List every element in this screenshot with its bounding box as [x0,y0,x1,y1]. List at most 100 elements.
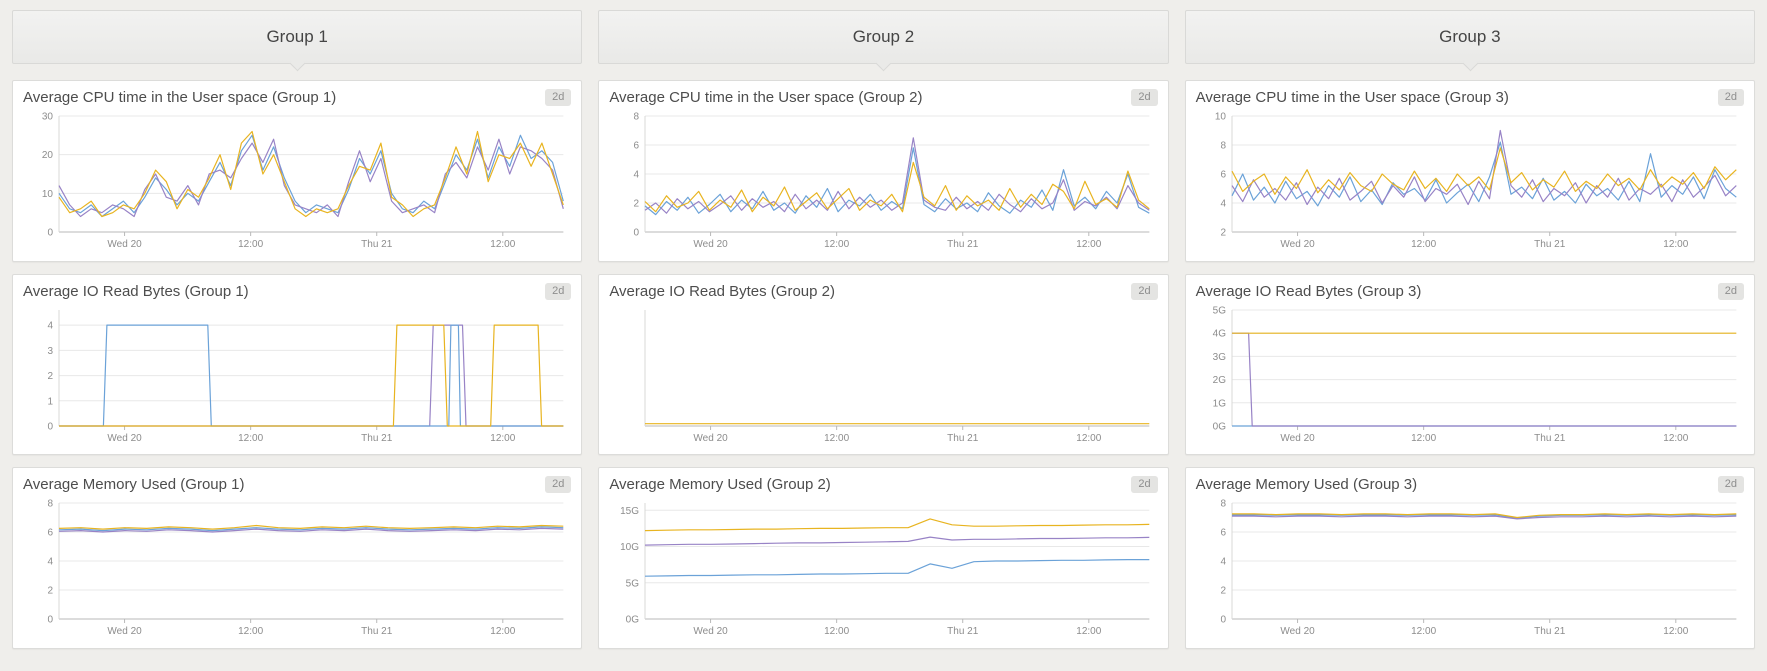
svg-text:0: 0 [1220,615,1226,626]
svg-text:Wed 20: Wed 20 [107,433,142,444]
panel-title: Average CPU time in the User space (Grou… [609,89,922,107]
svg-text:12:00: 12:00 [1663,239,1688,250]
svg-text:5G: 5G [626,579,640,590]
time-range-badge[interactable]: 2d [1718,476,1744,493]
svg-text:2: 2 [1220,586,1226,597]
panel-title: Average CPU time in the User space (Grou… [23,89,336,107]
panel-io-group2: Average IO Read Bytes (Group 2) 2d Wed 2… [598,274,1168,456]
svg-text:Thu 21: Thu 21 [947,239,979,250]
chart-io-group1[interactable]: 01234Wed 2012:00Thu 2112:00 [23,303,571,445]
group-label: Group 3 [1439,27,1500,47]
time-range-badge[interactable]: 2d [1131,89,1157,106]
svg-text:4G: 4G [1212,328,1226,339]
chart-memory-group1[interactable]: 02468Wed 2012:00Thu 2112:00 [23,496,571,638]
panel-cpu-group1: Average CPU time in the User space (Grou… [12,80,582,262]
panel-cpu-group3: Average CPU time in the User space (Grou… [1185,80,1755,262]
group-label: Group 2 [853,27,914,47]
time-range-badge[interactable]: 2d [545,89,571,106]
svg-text:12:00: 12:00 [1663,626,1688,637]
svg-text:12:00: 12:00 [238,626,263,637]
panel-title: Average IO Read Bytes (Group 2) [609,283,835,301]
chart-cpu-group1[interactable]: 0102030Wed 2012:00Thu 2112:00 [23,109,571,251]
svg-text:2: 2 [1220,228,1226,239]
svg-text:6: 6 [634,141,640,152]
svg-text:Wed 20: Wed 20 [694,239,729,250]
svg-text:0: 0 [47,228,53,239]
time-range-badge[interactable]: 2d [545,476,571,493]
svg-text:Wed 20: Wed 20 [1280,433,1315,444]
chart-io-group3[interactable]: 0G1G2G3G4G5GWed 2012:00Thu 2112:00 [1196,303,1744,445]
svg-text:12:00: 12:00 [490,626,515,637]
svg-text:1: 1 [47,396,53,407]
svg-text:Thu 21: Thu 21 [361,626,393,637]
svg-text:0: 0 [47,615,53,626]
svg-text:12:00: 12:00 [1411,626,1436,637]
svg-text:Thu 21: Thu 21 [947,433,979,444]
panel-title: Average IO Read Bytes (Group 1) [23,283,249,301]
svg-text:3: 3 [47,346,53,357]
svg-text:15G: 15G [620,506,639,517]
chart-memory-group3[interactable]: 0 2 4 6 8 Wed 20 12:00 Thu 21 12:00 [1196,496,1744,638]
svg-text:12:00: 12:00 [824,239,849,250]
svg-text:30: 30 [42,112,54,123]
time-range-badge[interactable]: 2d [545,283,571,300]
panel-memory-group3: Average Memory Used (Group 3) 2d 02468We… [1185,467,1755,649]
svg-text:12:00: 12:00 [824,626,849,637]
panel-io-group3: Average IO Read Bytes (Group 3) 2d 0G1G2… [1185,274,1755,456]
svg-text:0G: 0G [626,615,640,626]
time-range-badge[interactable]: 2d [1131,476,1157,493]
svg-text:4: 4 [1220,199,1226,210]
group-header-1[interactable]: Group 1 [12,10,582,64]
group-label: Group 1 [266,27,327,47]
svg-text:12:00: 12:00 [1411,239,1436,250]
panel-cpu-group2: Average CPU time in the User space (Grou… [598,80,1168,262]
time-range-badge[interactable]: 2d [1718,89,1744,106]
group-header-3[interactable]: Group 3 [1185,10,1755,64]
svg-text:6: 6 [1220,170,1226,181]
group-header-2[interactable]: Group 2 [598,10,1168,64]
svg-text:Thu 21: Thu 21 [361,433,393,444]
group-header-notch [1463,56,1479,72]
svg-text:12:00: 12:00 [1077,433,1102,444]
svg-text:12:00: 12:00 [490,239,515,250]
group-header-notch [876,56,892,72]
chart-memory-group2[interactable]: 0G5G10G15GWed 2012:00Thu 2112:00 [609,496,1157,638]
svg-text:0: 0 [634,228,640,239]
svg-text:4: 4 [47,320,53,331]
panel-memory-group2: Average Memory Used (Group 2) 2d 0G 5G 10G… [598,467,1168,649]
svg-text:6: 6 [1220,528,1226,539]
svg-text:Wed 20: Wed 20 [1280,626,1315,637]
svg-text:2: 2 [634,199,640,210]
svg-text:12:00: 12:00 [238,433,263,444]
svg-text:8: 8 [1220,499,1226,510]
svg-text:12:00: 12:00 [1663,433,1688,444]
svg-text:Thu 21: Thu 21 [1534,239,1566,250]
panel-io-group1: Average IO Read Bytes (Group 1) 2d 01234… [12,274,582,456]
chart-cpu-group2[interactable]: 02468Wed 2012:00Thu 2112:00 [609,109,1157,251]
svg-text:2: 2 [47,586,53,597]
svg-text:8: 8 [1220,141,1226,152]
svg-text:1G: 1G [1212,398,1226,409]
panel-title: Average IO Read Bytes (Group 3) [1196,283,1422,301]
svg-text:4: 4 [1220,557,1226,568]
svg-text:4: 4 [47,557,53,568]
svg-text:12:00: 12:00 [824,433,849,444]
svg-text:Thu 21: Thu 21 [1534,433,1566,444]
svg-text:4: 4 [634,170,640,181]
svg-text:8: 8 [634,112,640,123]
chart-io-group2[interactable]: Wed 20 12:00 Thu 21 12:00 [609,303,1157,445]
dashboard: Group 1 Average CPU time in the User spa… [0,0,1767,671]
svg-text:Thu 21: Thu 21 [1534,626,1566,637]
panel-title: Average Memory Used (Group 2) [609,476,830,494]
chart-cpu-group3[interactable]: 246810Wed 2012:00Thu 2112:00 [1196,109,1744,251]
group-column-1: Group 1 Average CPU time in the User spa… [12,10,582,661]
svg-text:20: 20 [42,150,54,161]
time-range-badge[interactable]: 2d [1718,283,1744,300]
svg-text:10G: 10G [620,542,639,553]
svg-text:Wed 20: Wed 20 [694,626,729,637]
panel-memory-group1: Average Memory Used (Group 1) 2d 02468We… [12,467,582,649]
time-range-badge[interactable]: 2d [1131,283,1157,300]
svg-text:0: 0 [47,421,53,432]
svg-text:Wed 20: Wed 20 [694,433,729,444]
svg-text:12:00: 12:00 [1077,626,1102,637]
